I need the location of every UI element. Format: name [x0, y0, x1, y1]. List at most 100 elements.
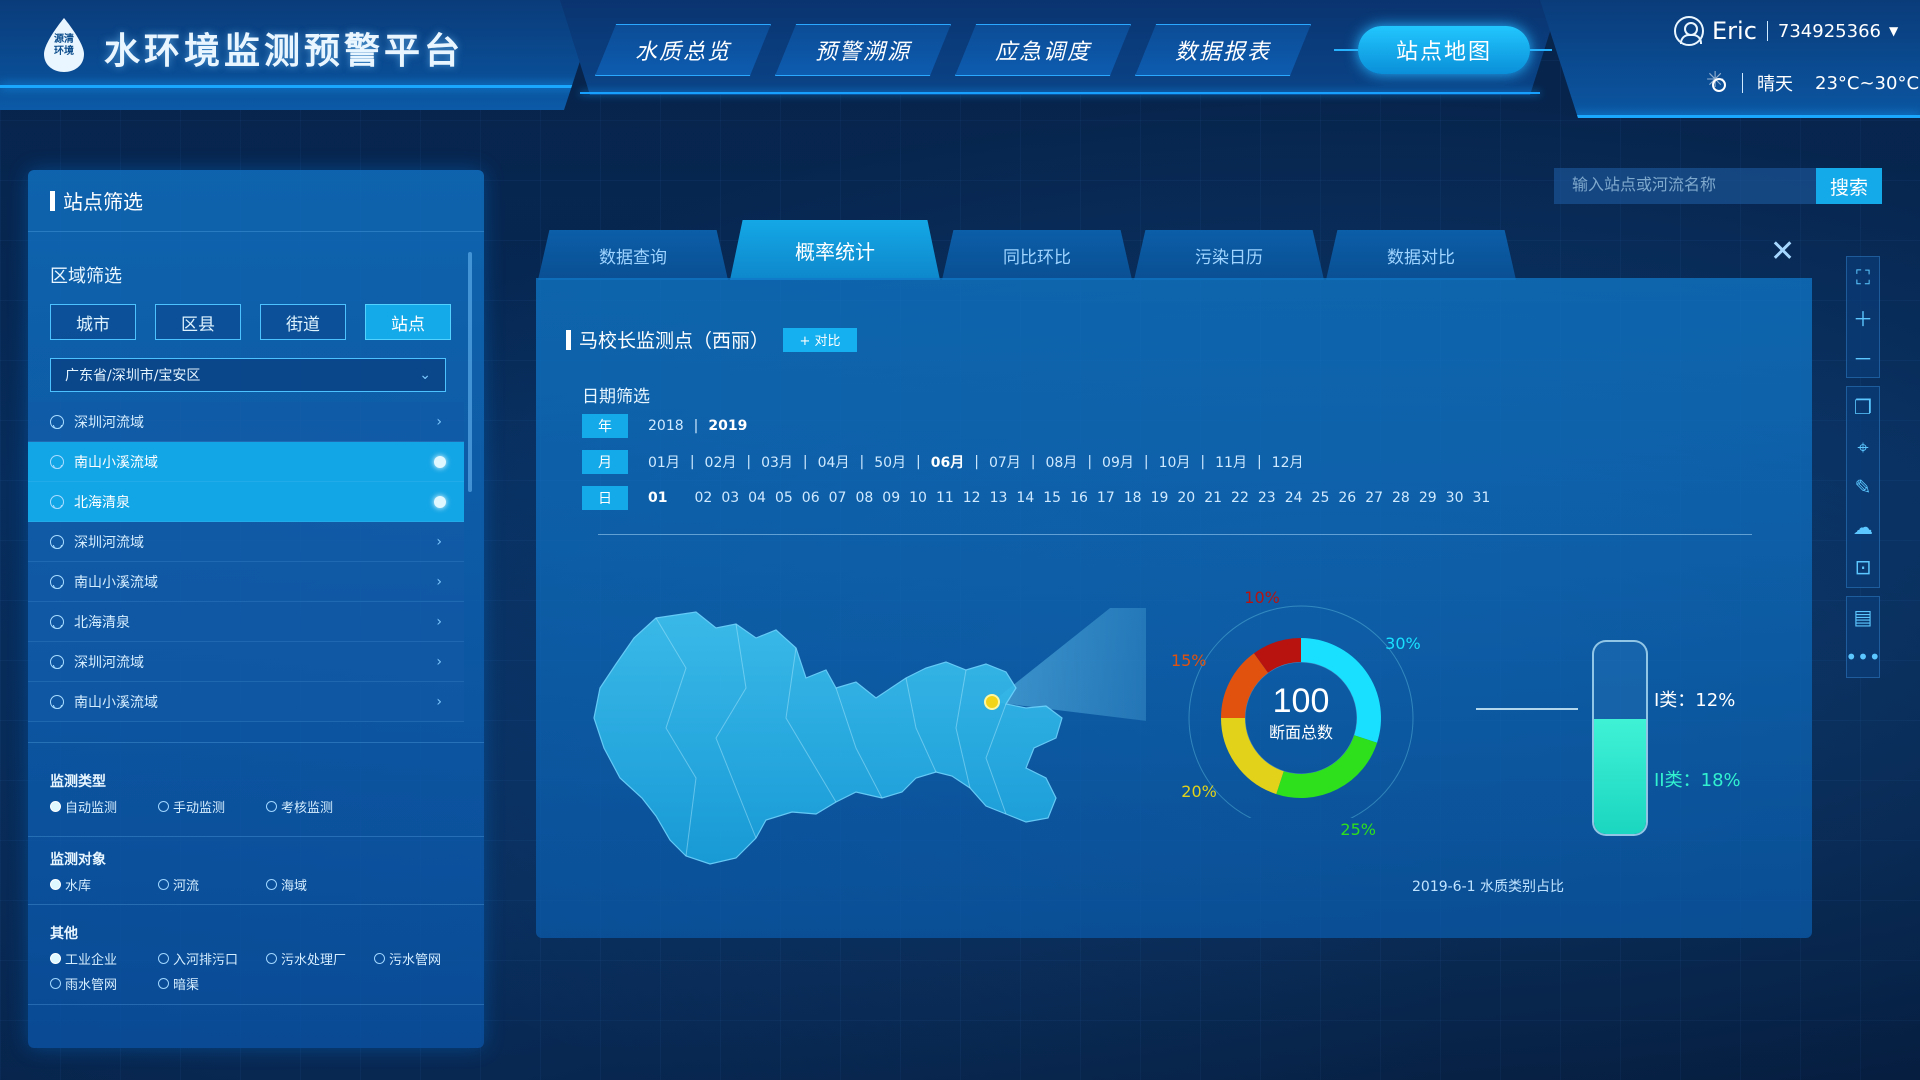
month-option[interactable]: 10月 [1159, 452, 1191, 472]
month-option[interactable]: 01月 [648, 452, 680, 472]
search-button[interactable]: 搜索 [1816, 168, 1882, 204]
day-option[interactable]: 05 [775, 490, 793, 506]
day-option[interactable]: 22 [1231, 490, 1249, 506]
year-option[interactable]: 2019 [708, 418, 747, 434]
day-option[interactable]: 10 [909, 490, 927, 506]
day-option[interactable]: 16 [1070, 490, 1088, 506]
tab-probability-stats[interactable]: 概率统计 [730, 220, 940, 280]
radio-monitor_type[interactable]: 自动监测 [50, 797, 158, 816]
user-menu[interactable]: Eric 734925366 ▼ [1674, 16, 1898, 46]
donut-slice[interactable] [1221, 653, 1269, 719]
zoom-in-icon[interactable]: ＋ [1846, 297, 1880, 337]
month-option[interactable]: 09月 [1102, 452, 1134, 472]
day-option[interactable]: 09 [882, 490, 900, 506]
tab-data-query[interactable]: 数据查询 [538, 230, 728, 280]
station-list-item[interactable]: 南山小溪流域 [28, 442, 464, 482]
day-option[interactable]: 19 [1151, 490, 1169, 506]
region-district-button[interactable]: 区县 [155, 304, 241, 340]
station-list-item[interactable]: 南山小溪流域 › [28, 562, 464, 602]
layers-icon[interactable]: ❐ [1846, 387, 1880, 427]
station-list-item[interactable]: 深圳河流域 › [28, 642, 464, 682]
day-option[interactable]: 27 [1365, 490, 1383, 506]
region-select[interactable]: 广东省/深圳市/宝安区 ⌄ [50, 358, 446, 392]
day-option[interactable]: 21 [1204, 490, 1222, 506]
compare-button[interactable]: + 对比 [783, 327, 858, 352]
month-option[interactable]: 12月 [1272, 452, 1304, 472]
year-option[interactable]: 2018 [648, 418, 684, 434]
day-option[interactable]: 13 [990, 490, 1008, 506]
nav-tab-warning-trace[interactable]: 预警溯源 [775, 24, 951, 76]
region-city-button[interactable]: 城市 [50, 304, 136, 340]
station-list-item[interactable]: 北海清泉 [28, 482, 464, 522]
more-icon[interactable]: ••• [1845, 637, 1880, 677]
month-option[interactable]: 02月 [705, 452, 737, 472]
lock-icon[interactable]: ⊡ [1846, 547, 1880, 587]
station-list-item[interactable]: 深圳河流域 › [28, 522, 464, 562]
zoom-out-icon[interactable]: － [1846, 337, 1880, 377]
radio-other[interactable]: 污水管网 [374, 949, 482, 968]
day-option[interactable]: 08 [855, 490, 873, 506]
station-list-item[interactable]: 深圳河流域 › [28, 402, 464, 442]
radio-monitor_object[interactable]: 河流 [158, 875, 266, 894]
nav-tab-emergency[interactable]: 应急调度 [955, 24, 1131, 76]
month-option[interactable]: 08月 [1045, 452, 1077, 472]
region-station-button[interactable]: 站点 [365, 304, 451, 340]
day-option[interactable]: 29 [1419, 490, 1437, 506]
station-list-item[interactable]: 南山小溪流域 › [28, 682, 464, 722]
chevron-down-icon[interactable]: ▼ [1889, 24, 1898, 38]
day-option[interactable]: 01 [648, 490, 667, 506]
month-option[interactable]: 11月 [1215, 452, 1247, 472]
day-option[interactable]: 06 [802, 490, 820, 506]
radio-monitor_object[interactable]: 海域 [266, 875, 374, 894]
day-option[interactable]: 07 [829, 490, 847, 506]
day-option[interactable]: 20 [1177, 490, 1195, 506]
month-option[interactable]: 50月 [874, 452, 906, 472]
day-option[interactable]: 03 [721, 490, 739, 506]
briefcase-icon[interactable]: ▤ [1846, 597, 1880, 637]
search-input[interactable] [1554, 168, 1816, 204]
day-option[interactable]: 30 [1446, 490, 1464, 506]
cloud-icon[interactable]: ☁ [1846, 507, 1880, 547]
scrollbar[interactable] [468, 252, 472, 492]
tab-data-compare[interactable]: 数据对比 [1326, 230, 1516, 280]
day-option[interactable]: 23 [1258, 490, 1276, 506]
fullscreen-icon[interactable]: ⛶ [1846, 257, 1880, 297]
month-option[interactable]: 07月 [989, 452, 1021, 472]
nav-tab-water-overview[interactable]: 水质总览 [595, 24, 771, 76]
tab-yoy-mom[interactable]: 同比环比 [942, 230, 1132, 280]
day-option[interactable]: 26 [1338, 490, 1356, 506]
tab-pollution-calendar[interactable]: 污染日历 [1134, 230, 1324, 280]
radio-other[interactable]: 暗渠 [158, 974, 266, 993]
station-list-item[interactable]: 北海清泉 › [28, 602, 464, 642]
radio-other[interactable]: 工业企业 [50, 949, 158, 968]
day-option[interactable]: 02 [694, 490, 712, 506]
day-option[interactable]: 31 [1473, 490, 1491, 506]
nav-tab-station-map[interactable]: 站点地图 [1358, 26, 1530, 74]
radio-monitor_type[interactable]: 手动监测 [158, 797, 266, 816]
close-icon[interactable]: ✕ [1770, 234, 1795, 269]
region-street-button[interactable]: 街道 [260, 304, 346, 340]
station-marker[interactable] [984, 694, 1000, 710]
radio-other[interactable]: 入河排污口 [158, 949, 266, 968]
location-icon[interactable]: ⌖ [1846, 427, 1880, 467]
month-option[interactable]: 04月 [818, 452, 850, 472]
radio-other[interactable]: 污水处理厂 [266, 949, 374, 968]
donut-slice[interactable] [1276, 734, 1378, 798]
nav-tab-reports[interactable]: 数据报表 [1135, 24, 1311, 76]
month-option[interactable]: 03月 [761, 452, 793, 472]
day-option[interactable]: 11 [936, 490, 954, 506]
day-option[interactable]: 15 [1043, 490, 1061, 506]
day-option[interactable]: 04 [748, 490, 766, 506]
day-option[interactable]: 17 [1097, 490, 1115, 506]
radio-monitor_object[interactable]: 水库 [50, 875, 158, 894]
day-option[interactable]: 14 [1016, 490, 1034, 506]
radio-monitor_type[interactable]: 考核监测 [266, 797, 374, 816]
donut-slice[interactable] [1253, 638, 1302, 673]
month-option[interactable]: 06月 [931, 452, 964, 472]
ruler-icon[interactable]: ✎ [1846, 467, 1880, 507]
day-option[interactable]: 12 [963, 490, 981, 506]
day-option[interactable]: 25 [1312, 490, 1330, 506]
day-option[interactable]: 24 [1285, 490, 1303, 506]
day-option[interactable]: 28 [1392, 490, 1410, 506]
radio-other[interactable]: 雨水管网 [50, 974, 158, 993]
